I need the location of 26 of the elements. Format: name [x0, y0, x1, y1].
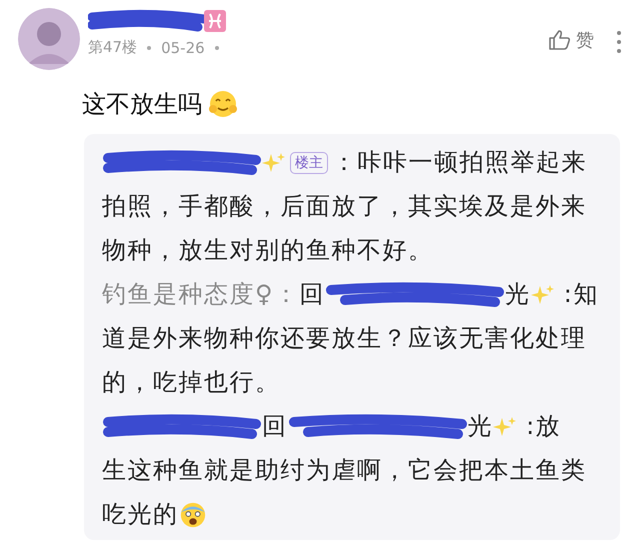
reply-suffix: 光 — [505, 280, 531, 308]
reply-prefix: 回 — [262, 412, 288, 440]
reply-text: :知 — [562, 280, 599, 308]
reply-text: 吃光的 — [102, 500, 178, 528]
separator-dot — [214, 46, 219, 50]
post-text: 这不放生吗 — [82, 89, 202, 120]
owner-badge: 楼主 — [290, 152, 328, 174]
reply-text: 道是外来物种你还要放生？应该无害化处理 — [102, 324, 586, 352]
reply-text: 物种，放生对别的鱼种不好。 — [102, 236, 434, 264]
post-date: 05-26 — [161, 38, 205, 56]
avatar[interactable] — [18, 8, 80, 70]
floor-number: 第47楼 — [88, 38, 138, 57]
smiling-emoji-icon — [208, 89, 238, 119]
reply-text: :放 — [525, 412, 562, 440]
like-button[interactable]: 赞 — [548, 28, 594, 52]
reply-text: ：咔咔一顿拍照举起来 — [332, 148, 587, 176]
thumbs-up-icon — [548, 28, 572, 52]
reply-author[interactable]: 钓鱼是种态度♀： — [102, 280, 300, 308]
separator-dot — [147, 46, 152, 50]
reply-text: 拍照，手都酸，后面放了，其实埃及是外来 — [102, 192, 586, 220]
reply-text: 的，吃掉也行。 — [102, 368, 280, 396]
reply-text: 生这种鱼就是助纣为虐啊，它会把本土鱼类 — [102, 456, 586, 484]
zodiac-icon — [204, 10, 226, 32]
more-menu-icon[interactable] — [616, 30, 622, 54]
reply-prefix: 回 — [300, 280, 326, 308]
reply-suffix: 光 — [468, 412, 493, 440]
